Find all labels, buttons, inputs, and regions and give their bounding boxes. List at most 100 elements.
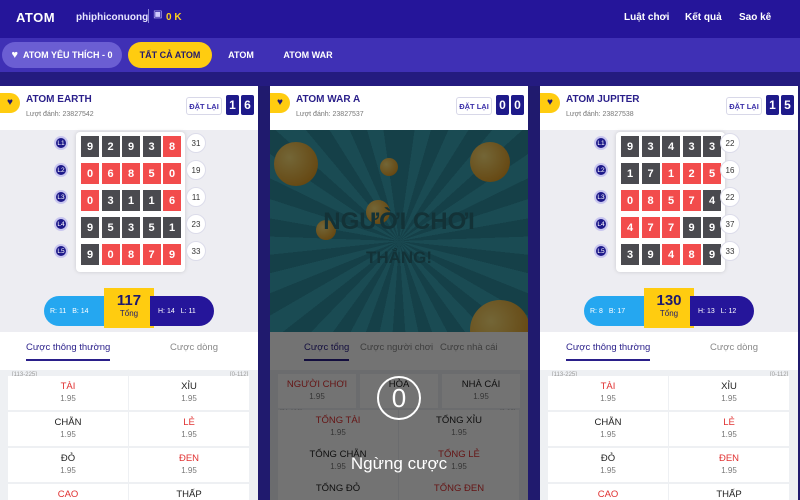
number-cell: 8 — [163, 136, 181, 157]
number-cell: 5 — [142, 163, 161, 184]
bet-option[interactable]: LẺ 1.95 — [669, 412, 789, 446]
bet-odds: 1.95 — [60, 430, 76, 439]
row-label: L5 — [54, 244, 68, 258]
number-cell: 5 — [101, 217, 120, 238]
number-cell: 3 — [641, 136, 660, 157]
tab-row-bet[interactable]: Cược dòng — [710, 342, 758, 353]
row-sum: 37 — [720, 214, 740, 234]
bet-option[interactable]: THẤP — [669, 484, 789, 500]
divider — [0, 72, 800, 86]
row-sum: 33 — [186, 241, 206, 261]
bet-odds: 1.95 — [600, 430, 616, 439]
number-cell: 9 — [682, 217, 701, 238]
number-cell: 3 — [621, 244, 639, 265]
bet-odds: 1.95 — [600, 394, 616, 403]
nav-rules[interactable]: Luật chơi — [624, 12, 669, 23]
number-cell: 7 — [662, 217, 680, 238]
number-cell: 7 — [142, 244, 161, 265]
bet-option[interactable]: LẺ 1.95 — [129, 412, 249, 446]
number-cell: 5 — [662, 190, 680, 211]
favorite-heart-icon[interactable]: ♥ — [540, 93, 560, 113]
tab-row-bet[interactable]: Cược dòng — [170, 342, 218, 353]
number-cell: 0 — [81, 190, 99, 211]
reset-button[interactable]: ĐẶT LẠI — [186, 97, 222, 115]
tab-atom[interactable]: ATOM — [220, 42, 262, 68]
bet-name: THẤP — [716, 489, 742, 500]
bet-option[interactable]: ĐỎ 1.95 — [548, 448, 668, 482]
logo[interactable]: ATOM — [16, 10, 55, 25]
number-cell: 9 — [122, 136, 140, 157]
game-name: ATOM JUPITER — [566, 94, 640, 105]
bet-option[interactable]: CAO — [8, 484, 128, 500]
number-cell: 3 — [682, 136, 701, 157]
high-count: H: 13 — [698, 307, 715, 315]
result-digit: 0 — [496, 95, 509, 115]
number-cell: 3 — [101, 190, 120, 211]
tab-all[interactable]: TẤT CẢ ATOM — [128, 42, 212, 68]
total-box: 130 Tổng — [644, 288, 694, 328]
bet-tabs: Cược thông thường Cược dòng — [540, 332, 798, 366]
high-low-counts: H: 13 L: 12 — [690, 296, 754, 326]
total-value: 117 — [116, 292, 142, 309]
game-card: ♥ ATOM EARTH Lượt đánh: 23827542 ĐẶT LẠI 1 6 9… — [0, 86, 258, 500]
reset-button[interactable]: ĐẶT LẠI — [726, 97, 762, 115]
row-sum: 11 — [186, 187, 206, 207]
bet-odds: 1.95 — [60, 394, 76, 403]
row-label: L1 — [54, 136, 68, 150]
favorite-heart-icon[interactable]: ♥ — [0, 93, 20, 113]
card-header: ♥ ATOM JUPITER Lượt đánh: 23827538 ĐẶT LẠI 1… — [540, 86, 798, 130]
number-grid: 9343317125085744779939489 — [616, 132, 725, 272]
bet-option[interactable]: XỈU 1.95 — [129, 376, 249, 410]
row-sum: 22 — [720, 187, 740, 207]
row-label: L2 — [54, 163, 68, 177]
bet-name: TÀI — [600, 381, 616, 392]
bet-odds: 1.95 — [181, 466, 197, 475]
number-cell: 2 — [682, 163, 701, 184]
bet-option[interactable]: CHẴN 1.95 — [8, 412, 128, 446]
bet-option[interactable]: ĐEN 1.95 — [669, 448, 789, 482]
bet-option[interactable]: CAO — [548, 484, 668, 500]
bet-option[interactable]: TÀI 1.95 — [8, 376, 128, 410]
tab-atom-war[interactable]: ATOM WAR — [278, 42, 338, 68]
number-cell: 7 — [682, 190, 701, 211]
number-cell: 1 — [163, 217, 181, 238]
nav-statement[interactable]: Sao kê — [739, 12, 771, 23]
bet-option[interactable]: TÀI 1.95 — [548, 376, 668, 410]
number-cell: 0 — [81, 163, 99, 184]
bet-option[interactable]: ĐEN 1.95 — [129, 448, 249, 482]
row-sum: 19 — [186, 160, 206, 180]
number-cell: 3 — [703, 136, 721, 157]
total-box: 117 Tổng — [104, 288, 154, 328]
countdown-timer: 0 — [377, 376, 421, 420]
number-cell: 2 — [101, 136, 120, 157]
reset-button[interactable]: ĐẶT LẠI — [456, 97, 492, 115]
color-counts: R: 11 B: 14 — [44, 296, 108, 326]
number-cell: 5 — [703, 163, 721, 184]
bet-name: ĐỎ — [600, 453, 616, 464]
tab-normal-bet[interactable]: Cược thông thường — [26, 342, 111, 361]
color-counts: R: 8 B: 17 — [584, 296, 648, 326]
nav-results[interactable]: Kết quả — [685, 12, 722, 23]
number-cell: 8 — [122, 163, 140, 184]
total-label: Tổng — [119, 309, 139, 318]
game-card: ♥ ATOM JUPITER Lượt đánh: 23827538 ĐẶT LẠI 1… — [540, 86, 798, 500]
tab-favorites[interactable]: ♥ ATOM YÊU THÍCH - 0 — [2, 42, 122, 68]
number-cell: 1 — [122, 190, 140, 211]
row-label: L4 — [54, 217, 68, 231]
total-label: Tổng — [659, 309, 679, 318]
bet-option[interactable]: CHẴN 1.95 — [548, 412, 668, 446]
row-sum: 22 — [720, 133, 740, 153]
card-header: ♥ ATOM EARTH Lượt đánh: 23827542 ĐẶT LẠI 1 6 — [0, 86, 258, 130]
tab-normal-bet[interactable]: Cược thông thường — [566, 342, 651, 361]
bet-name: ĐỎ — [60, 453, 76, 464]
bet-option[interactable]: XỈU 1.95 — [669, 376, 789, 410]
number-cell: 4 — [662, 244, 680, 265]
number-cell: 9 — [703, 244, 721, 265]
number-cell: 4 — [703, 190, 721, 211]
dim-overlay — [270, 130, 528, 500]
bet-option[interactable]: ĐỎ 1.95 — [8, 448, 128, 482]
row-sum: 33 — [720, 241, 740, 261]
favorite-heart-icon[interactable]: ♥ — [270, 93, 290, 113]
bet-option[interactable]: THẤP — [129, 484, 249, 500]
username: phiphiconuong — [76, 12, 149, 23]
